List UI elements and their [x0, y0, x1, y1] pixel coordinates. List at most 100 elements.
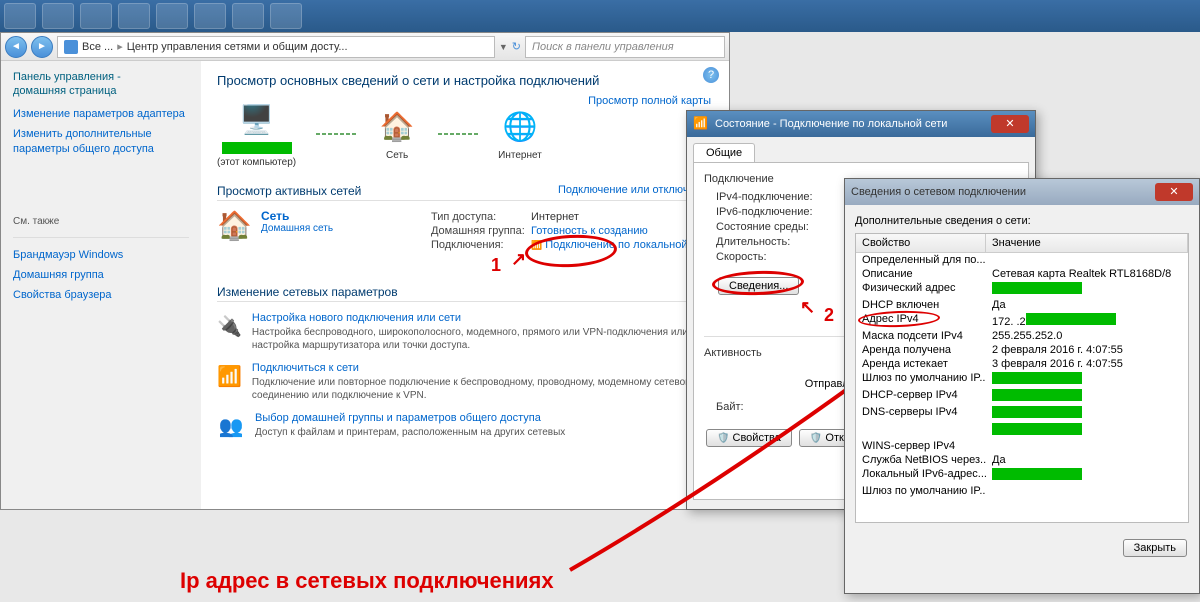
value-cell [986, 405, 1188, 422]
taskbar-app[interactable] [194, 3, 226, 29]
redacted-value [1026, 313, 1116, 325]
task-homegroup[interactable]: 👥 Выбор домашней группы и параметров общ… [217, 412, 713, 440]
bc-path: Центр управления сетями и общим досту... [127, 41, 348, 53]
help-icon[interactable]: ? [703, 67, 719, 83]
value-cell: Сетевая карта Realtek RTL8168D/8 [986, 267, 1188, 281]
value-cell: Да [986, 298, 1188, 312]
full-map-link[interactable]: Просмотр полной карты [588, 95, 711, 107]
property-cell: Шлюз по умолчанию IP... [856, 484, 986, 498]
property-cell: WINS-сервер IPv4 [856, 439, 986, 453]
taskbar-app[interactable] [156, 3, 188, 29]
taskbar-app[interactable] [270, 3, 302, 29]
col-value[interactable]: Значение [986, 234, 1188, 252]
value-cell [986, 484, 1188, 498]
bytes-label: Байт: [704, 401, 834, 413]
monitor-icon: 📶 [531, 240, 542, 250]
status-titlebar[interactable]: 📶 Состояние - Подключение по локальной с… [687, 111, 1035, 137]
close-button[interactable]: ✕ [991, 115, 1029, 133]
property-cell: Служба NetBIOS через... [856, 453, 986, 467]
close-button[interactable]: ✕ [1155, 183, 1193, 201]
table-row: Определенный для по... [856, 253, 1188, 267]
redacted-value [992, 423, 1082, 435]
content-area: ? Просмотр основных сведений о сети и на… [201, 61, 729, 509]
globe-icon: 🌐 [499, 108, 541, 146]
breadcrumb-path[interactable]: Все ... ▸ Центр управления сетями и общи… [57, 36, 495, 58]
value-cell: 255.255.252.0 [986, 329, 1188, 343]
table-row [856, 422, 1188, 439]
annotation-number-1: 1 [491, 255, 501, 276]
annotation-arrow-icon: ↖ [800, 297, 815, 318]
table-row: ОписаниеСетевая карта Realtek RTL8168D/8 [856, 267, 1188, 281]
taskbar-app[interactable] [42, 3, 74, 29]
node-label: Сеть [376, 150, 418, 161]
monitor-icon: 📶 [693, 116, 709, 132]
see-also-label: См. также [13, 216, 189, 227]
tab-general[interactable]: Общие [693, 143, 755, 162]
table-row: DHCP-сервер IPv4 [856, 388, 1188, 405]
redacted-value [992, 372, 1082, 384]
network-map: 🖥️ (этот компьютер) 🏠 Сеть 🌐 Интернет [217, 100, 713, 168]
node-internet[interactable]: 🌐 Интернет [498, 108, 542, 161]
sidebar-head: Панель управления - [13, 71, 189, 83]
table-header: Свойство Значение [856, 234, 1188, 253]
task-desc: Доступ к файлам и принтерам, расположенн… [255, 426, 565, 439]
value-cell [986, 388, 1188, 405]
sidebar-link-sharing-settings[interactable]: Изменить дополнительные параметры общего… [13, 127, 189, 156]
ipv6-conn-label: IPv6-подключение: [704, 206, 834, 218]
house-icon: 🏠 [376, 108, 418, 146]
details-button[interactable]: Сведения... [718, 277, 799, 295]
breadcrumb-refresh-icon[interactable]: ↻ [512, 40, 521, 53]
table-row: Шлюз по умолчанию IP... [856, 371, 1188, 388]
task-title: Настройка нового подключения или сети [252, 312, 713, 324]
sidebar-head: домашняя страница [13, 85, 189, 97]
network-line-icon [316, 133, 356, 135]
taskbar-start[interactable] [4, 3, 36, 29]
table-row: Служба NetBIOS через...Да [856, 453, 1188, 467]
table-row: Адрес IPv4 172. .2 [856, 312, 1188, 329]
property-cell: DNS-серверы IPv4 [856, 405, 986, 422]
shield-icon: 🛡️ [810, 433, 822, 444]
value-cell: Да [986, 453, 1188, 467]
node-label: (этот компьютер) [217, 157, 296, 168]
sidebar-link-firewall[interactable]: Брандмауэр Windows [13, 248, 189, 262]
table-row: DHCP включенДа [856, 298, 1188, 312]
value-cell: 2 февраля 2016 г. 4:07:55 [986, 343, 1188, 357]
redacted-value [992, 406, 1082, 418]
node-this-computer[interactable]: 🖥️ (этот компьютер) [217, 100, 296, 168]
search-input[interactable]: Поиск в панели управления [525, 36, 725, 58]
taskbar-app[interactable] [118, 3, 150, 29]
forward-button[interactable]: ► [31, 36, 53, 58]
network-name-link[interactable]: Сеть [261, 209, 333, 223]
properties-button[interactable]: 🛡️ Свойства [706, 429, 792, 447]
shield-icon: 🛡️ [717, 433, 729, 444]
homegroup-value[interactable]: Готовность к созданию [531, 225, 648, 237]
col-property[interactable]: Свойство [856, 234, 986, 252]
value-cell [986, 422, 1188, 439]
sidebar-link-adapter-settings[interactable]: Изменение параметров адаптера [13, 107, 189, 121]
details-titlebar[interactable]: Сведения о сетевом подключении ✕ [845, 179, 1199, 205]
back-button[interactable]: ◄ [5, 36, 27, 58]
task-new-connection[interactable]: 🔌 Настройка нового подключения или сети … [217, 312, 713, 352]
status-title: Состояние - Подключение по локальной сет… [715, 118, 947, 130]
bc-sep: ▸ [117, 40, 123, 53]
section-active-networks: Просмотр активных сетей Подключение или … [217, 184, 713, 201]
sidebar-link-browser-props[interactable]: Свойства браузера [13, 288, 189, 302]
redacted-value [992, 282, 1082, 294]
property-cell: Локальный IPv6-адрес... [856, 467, 986, 484]
network-center-window: ◄ ► Все ... ▸ Центр управления сетями и … [0, 32, 730, 510]
task-connect-network[interactable]: 📶 Подключиться к сети Подключение или по… [217, 362, 713, 402]
network-type-link[interactable]: Домашняя сеть [261, 223, 333, 234]
close-button[interactable]: Закрыть [1123, 539, 1187, 557]
annotation-caption: Ip адрес в сетевых подключениях [180, 568, 554, 594]
table-row: Физический адрес [856, 281, 1188, 298]
taskbar-app[interactable] [232, 3, 264, 29]
breadcrumb-dropdown-icon[interactable]: ▼ [499, 42, 508, 52]
taskbar-app[interactable] [80, 3, 112, 29]
taskbar [0, 0, 1200, 32]
breadcrumb-bar: ◄ ► Все ... ▸ Центр управления сетями и … [1, 33, 729, 61]
control-panel-icon [64, 40, 78, 54]
sidebar-link-homegroup[interactable]: Домашняя группа [13, 268, 189, 282]
details-label: Дополнительные сведения о сети: [855, 215, 1189, 227]
annotation-arrow-icon: ↗ [511, 249, 526, 270]
node-network[interactable]: 🏠 Сеть [376, 108, 418, 161]
